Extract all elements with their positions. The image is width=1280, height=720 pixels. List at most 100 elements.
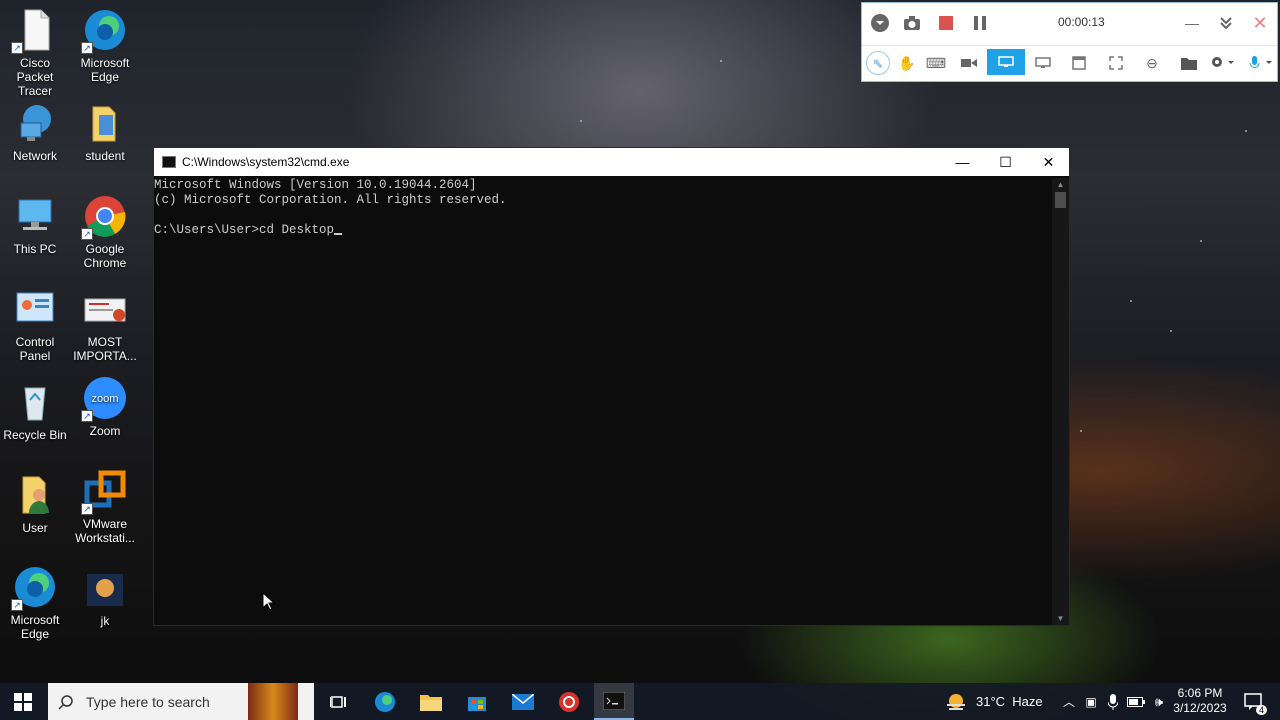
screen-recorder-app-icon[interactable] <box>550 683 588 720</box>
cmd-title-bar[interactable]: C:\Windows\system32\cmd.exe — ☐ ✕ <box>154 148 1069 176</box>
desktop-capture-button[interactable] <box>987 49 1025 75</box>
screen-recorder-toolbar: 00:00:13 — ✕ ⬉ ✋ ⌨ ⊖ <box>861 2 1278 82</box>
desktop-icon-label: Network <box>12 149 57 163</box>
microsoft-store-icon[interactable] <box>458 683 496 720</box>
desktop-icon-label: Google Chrome <box>83 242 127 270</box>
desktop-icon-label: student <box>85 149 125 163</box>
close-button[interactable]: ✕ <box>1027 148 1070 176</box>
notification-badge: 4 <box>1255 705 1267 715</box>
edge-icon: ↗ <box>11 565 57 611</box>
cmd-title: C:\Windows\system32\cmd.exe <box>182 155 350 169</box>
mouse-pointer-icon <box>262 592 276 611</box>
image-icon <box>83 572 127 610</box>
zoom-icon: zoom ↗ <box>81 376 127 422</box>
window-icon[interactable] <box>1067 51 1091 75</box>
chevrons-down-icon[interactable] <box>1214 11 1238 35</box>
desktop-icon-network[interactable]: Network <box>0 101 70 163</box>
file-explorer-icon[interactable] <box>412 683 450 720</box>
desktop-icon-google-chrome[interactable]: ↗ Google Chrome <box>70 194 140 270</box>
desktop-icon-microsoft-edge-2[interactable]: ↗ Microsoft Edge <box>0 565 70 641</box>
taskbar-search-box[interactable]: Type here to search <box>48 683 314 720</box>
close-icon[interactable]: ✕ <box>1248 11 1272 35</box>
cmd-window[interactable]: C:\Windows\system32\cmd.exe — ☐ ✕ Micros… <box>153 147 1070 626</box>
desktop-icon-label: Cisco Packet Tracer <box>16 56 54 98</box>
desktop-icon-label: Microsoft Edge <box>10 613 60 641</box>
svg-text:zoom: zoom <box>92 393 119 405</box>
haze-icon <box>947 693 965 710</box>
console-prompt-line: C:\Users\User>cd Desktop <box>154 223 1052 238</box>
start-button[interactable] <box>0 683 46 720</box>
clock-time: 6:06 PM <box>1177 686 1223 700</box>
search-placeholder: Type here to search <box>86 693 210 710</box>
collapse-menu-icon[interactable] <box>868 11 892 35</box>
region-icon[interactable] <box>1104 51 1128 75</box>
video-camera-icon[interactable] <box>957 51 981 75</box>
taskbar-edge-icon[interactable] <box>366 683 404 720</box>
desktop-icon-label: Control Panel <box>15 335 55 363</box>
scroll-up-icon[interactable]: ▲ <box>1052 180 1069 189</box>
microphone-icon[interactable] <box>1104 683 1122 720</box>
task-view-icon[interactable] <box>320 683 356 720</box>
pause-button[interactable] <box>968 11 992 35</box>
camera-icon[interactable] <box>900 11 924 35</box>
desktop-icon-zoom[interactable]: zoom ↗ Zoom <box>70 376 140 438</box>
desktop-icon-this-pc[interactable]: This PC <box>0 194 70 256</box>
desktop-icon-most-important[interactable]: MOST IMPORTA... <box>70 287 140 363</box>
powerpoint-icon <box>83 287 127 331</box>
hand-icon[interactable]: ✋ <box>895 51 919 75</box>
desktop-icon-label: VMware Workstati... <box>75 517 135 545</box>
desktop-icon-label: Microsoft Edge <box>80 56 130 84</box>
desktop-icon-jk[interactable]: jk <box>70 572 140 628</box>
maximize-button[interactable]: ☐ <box>984 148 1027 176</box>
desktop-icon-student[interactable]: student <box>70 101 140 163</box>
mail-icon[interactable] <box>504 683 542 720</box>
desktop-icon-vmware[interactable]: ↗ VMware Workstati... <box>70 469 140 545</box>
console-line: (c) Microsoft Corporation. All rights re… <box>154 193 507 207</box>
volume-icon[interactable]: 🕪 <box>1150 683 1168 720</box>
monitor-icon[interactable] <box>1031 51 1055 75</box>
webcam-dropdown[interactable] <box>1206 51 1240 75</box>
notification-center-icon[interactable]: 4 <box>1236 683 1272 720</box>
weather-text: 31°C Haze <box>976 694 1043 709</box>
vertical-scrollbar[interactable]: ▲ ▼ <box>1052 178 1069 625</box>
battery-icon[interactable] <box>1126 683 1146 720</box>
cursor-mode-icon[interactable]: ⬉ <box>866 51 890 75</box>
desktop-icon-microsoft-edge[interactable]: ↗ Microsoft Edge <box>70 8 140 84</box>
stop-record-button[interactable] <box>934 11 958 35</box>
folder-icon[interactable] <box>1177 51 1201 75</box>
text-cursor <box>334 233 343 235</box>
desktop-icon-control-panel[interactable]: Control Panel <box>0 287 70 363</box>
show-hidden-icons-chevron[interactable]: ︿ <box>1060 683 1078 720</box>
desktop-icon-label: User <box>22 521 48 535</box>
desktop-icon-user[interactable]: User <box>0 473 70 535</box>
edge-icon: ↗ <box>81 8 127 54</box>
device-icon[interactable]: ▣ <box>1082 683 1100 720</box>
desktop-icon-label: Zoom <box>89 424 121 438</box>
system-clock[interactable]: 6:06 PM 3/12/2023 <box>1170 686 1230 716</box>
link-icon[interactable]: ⊖ <box>1140 51 1164 75</box>
minimize-icon[interactable]: — <box>1180 11 1204 35</box>
minimize-button[interactable]: — <box>941 148 984 176</box>
console-output[interactable]: Microsoft Windows [Version 10.0.19044.26… <box>154 178 1052 625</box>
scroll-down-icon[interactable]: ▼ <box>1052 614 1069 623</box>
desktop-icon-label: jk <box>100 614 110 628</box>
search-icon <box>58 694 73 710</box>
vmware-icon: ↗ <box>81 469 127 515</box>
taskbar-cmd-icon[interactable] <box>594 683 634 720</box>
keyboard-icon[interactable]: ⌨ <box>924 51 948 75</box>
folder-icon <box>83 101 127 145</box>
control-panel-icon <box>13 287 57 331</box>
scroll-thumb[interactable] <box>1055 192 1066 208</box>
user-folder-icon <box>13 473 57 517</box>
taskbar: Type here to search 31°C Haze ︿ ▣ 🕪 6:06… <box>0 683 1280 720</box>
clock-date: 3/12/2023 <box>1173 701 1227 715</box>
pc-icon <box>13 194 57 238</box>
desktop-icon-recycle-bin[interactable]: Recycle Bin <box>0 380 70 442</box>
microphone-dropdown[interactable] <box>1244 51 1278 75</box>
windows-icon <box>14 692 32 711</box>
weather-widget[interactable]: 31°C Haze <box>944 683 1050 720</box>
desktop-icon-cisco-packet-tracer[interactable]: ↗ Cisco Packet Tracer <box>0 8 70 98</box>
desktop-icon-label: This PC <box>13 242 57 256</box>
console-line: Microsoft Windows [Version 10.0.19044.26… <box>154 178 477 192</box>
